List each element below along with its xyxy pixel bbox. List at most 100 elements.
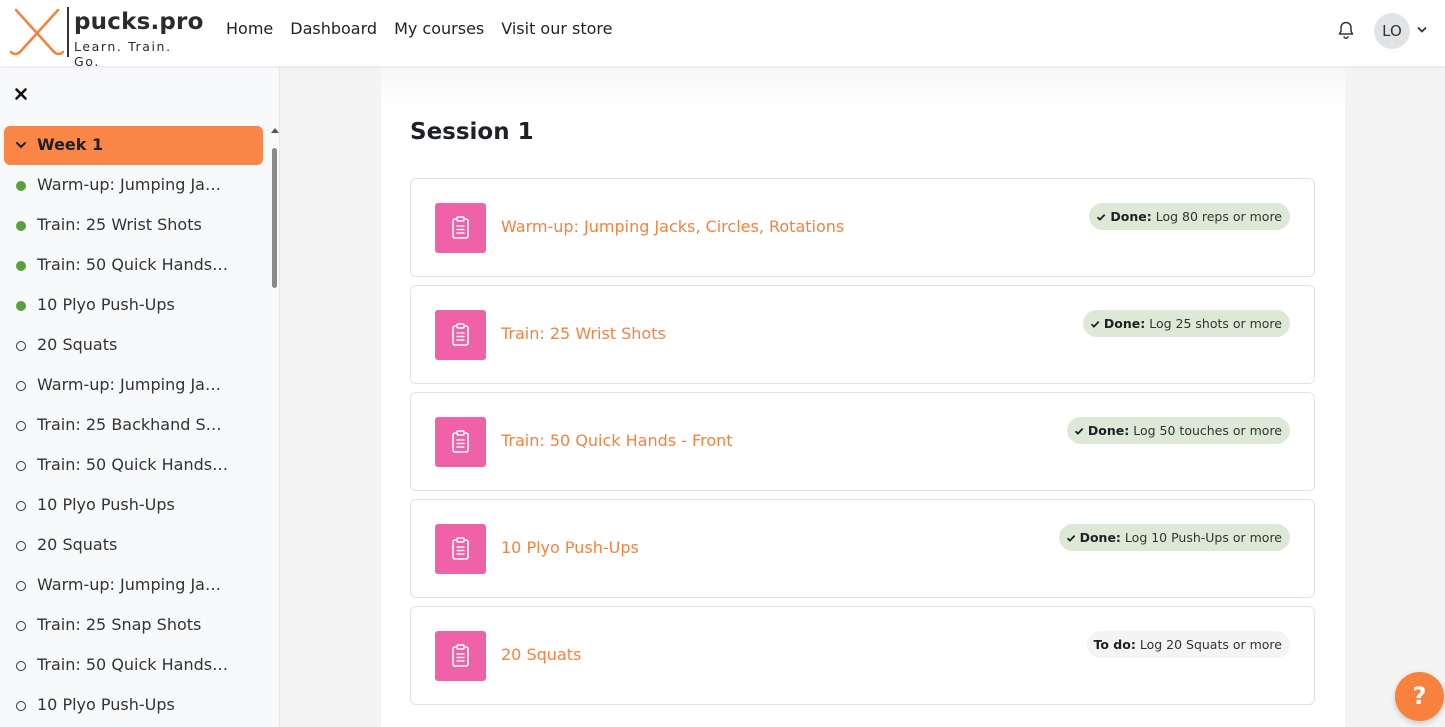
activity-link[interactable]: Warm-up: Jumping Jacks, Circles, Rotatio… <box>501 217 844 236</box>
scroll-up-arrow-icon[interactable] <box>271 128 279 133</box>
status-label: To do: <box>1093 637 1136 652</box>
completion-dot-icon <box>16 221 26 231</box>
logo-divider <box>67 7 69 57</box>
incomplete-circle-icon <box>16 461 26 471</box>
assignment-clipboard-icon <box>435 203 486 253</box>
activity-card: Train: 50 Quick Hands - Front Done: Log … <box>410 392 1315 491</box>
activity-index-list: Warm-up: Jumping Jac... Train: 25 Wrist … <box>0 166 268 726</box>
status-requirement: Log 25 shots or more <box>1149 316 1282 331</box>
sidebar-activity-label: Train: 50 Quick Hands - ... <box>37 455 229 474</box>
course-index-drawer: Week 1 Warm-up: Jumping Jac... Train: 25… <box>0 66 280 727</box>
completion-status-badge: To do: Log 20 Squats or more <box>1086 631 1290 658</box>
notification-bell-icon[interactable] <box>1336 20 1356 40</box>
status-label: Done: <box>1103 316 1146 331</box>
completion-status-badge: Done: Log 80 reps or more <box>1089 203 1290 230</box>
incomplete-circle-icon <box>16 421 26 431</box>
checkmark-icon <box>1097 213 1106 221</box>
sidebar-activity-item[interactable]: 20 Squats <box>0 526 268 566</box>
page-title: Session 1 <box>410 119 534 145</box>
sidebar-activity-item[interactable]: Train: 50 Quick Hands - ... <box>0 446 268 486</box>
status-label: Done: <box>1087 423 1130 438</box>
incomplete-circle-icon <box>16 381 26 391</box>
brand-tagline: Learn. Train. Go. <box>74 39 172 69</box>
sidebar-activity-label: Train: 50 Quick Hands - ... <box>37 255 229 274</box>
activity-card: Warm-up: Jumping Jacks, Circles, Rotatio… <box>410 178 1315 277</box>
sidebar-activity-label: Train: 50 Quick Hands - ... <box>37 655 229 674</box>
activity-link[interactable]: 10 Plyo Push-Ups <box>501 538 639 557</box>
activity-link[interactable]: 20 Squats <box>501 645 581 664</box>
sidebar-activity-item[interactable]: Train: 25 Snap Shots <box>0 606 268 646</box>
completion-dot-icon <box>16 181 26 191</box>
activity-card: Train: 25 Wrist Shots Done: Log 25 shots… <box>410 285 1315 384</box>
sidebar-activity-label: Train: 25 Snap Shots <box>37 615 202 634</box>
sidebar-activity-item[interactable]: 20 Squats <box>0 326 268 366</box>
sidebar-activity-item[interactable]: Warm-up: Jumping Jac... <box>0 166 268 206</box>
completion-dot-icon <box>16 261 26 271</box>
checkmark-icon <box>1066 534 1075 542</box>
sidebar-activity-label: 20 Squats <box>37 335 118 354</box>
incomplete-circle-icon <box>16 621 26 631</box>
sidebar-activity-item[interactable]: Warm-up: Jumping Jac... <box>0 366 268 406</box>
top-navbar: pucks.pro Learn. Train. Go. Home Dashboa… <box>0 0 1445 69</box>
nav-visit-store[interactable]: Visit our store <box>501 19 612 38</box>
close-icon[interactable] <box>13 86 29 102</box>
status-label: Done: <box>1110 209 1152 224</box>
nav-my-courses[interactable]: My courses <box>394 19 484 38</box>
sidebar-activity-label: 10 Plyo Push-Ups <box>37 295 175 314</box>
sidebar-activity-item[interactable]: Train: 25 Backhand Shot... <box>0 406 268 446</box>
status-requirement: Log 20 Squats or more <box>1139 637 1282 652</box>
sidebar-activity-item[interactable]: Train: 50 Quick Hands - ... <box>0 646 268 686</box>
chevron-down-icon[interactable] <box>1416 24 1428 36</box>
sidebar-activity-label: Warm-up: Jumping Jac... <box>37 575 229 594</box>
crossed-sticks-logo-icon <box>10 8 64 56</box>
sidebar-activity-item[interactable]: Warm-up: Jumping Jac... <box>0 566 268 606</box>
scrollbar-thumb[interactable] <box>272 148 277 288</box>
status-requirement: Log 80 reps or more <box>1155 209 1282 224</box>
sidebar-activity-label: Train: 25 Wrist Shots <box>37 215 202 234</box>
assignment-clipboard-icon <box>435 524 486 574</box>
section-label: Week 1 <box>37 135 104 154</box>
checkmark-icon <box>1090 320 1100 328</box>
chevron-down-icon <box>16 142 26 149</box>
sidebar-activity-label: Warm-up: Jumping Jac... <box>37 175 229 194</box>
status-requirement: Log 50 touches or more <box>1133 423 1282 438</box>
completion-status-badge: Done: Log 25 shots or more <box>1082 310 1290 337</box>
nav-home[interactable]: Home <box>226 19 273 38</box>
activity-link[interactable]: Train: 25 Wrist Shots <box>501 324 666 343</box>
incomplete-circle-icon <box>16 661 26 671</box>
activity-card: 20 Squats To do: Log 20 Squats or more <box>410 606 1315 705</box>
site-logo[interactable]: pucks.pro Learn. Train. Go. <box>8 4 203 69</box>
incomplete-circle-icon <box>16 581 26 591</box>
primary-nav: Home Dashboard My courses Visit our stor… <box>226 19 613 38</box>
assignment-clipboard-icon <box>435 631 486 681</box>
sidebar-activity-label: 10 Plyo Push-Ups <box>37 695 175 714</box>
sidebar-activity-item[interactable]: 10 Plyo Push-Ups <box>0 686 268 726</box>
sidebar-activity-item[interactable]: 10 Plyo Push-Ups <box>0 486 268 526</box>
content-top-shade <box>381 66 1345 106</box>
incomplete-circle-icon <box>16 701 26 711</box>
brand-name: pucks.pro <box>74 9 204 35</box>
completion-status-badge: Done: Log 50 touches or more <box>1066 417 1290 444</box>
incomplete-circle-icon <box>16 501 26 511</box>
sidebar-activity-label: 10 Plyo Push-Ups <box>37 495 175 514</box>
status-requirement: Log 10 Push-Ups or more <box>1124 530 1282 545</box>
incomplete-circle-icon <box>16 541 26 551</box>
section-week-1[interactable]: Week 1 <box>4 126 263 165</box>
assignment-clipboard-icon <box>435 417 486 467</box>
sidebar-activity-item[interactable]: 10 Plyo Push-Ups <box>0 286 268 326</box>
activity-card: 10 Plyo Push-Ups Done: Log 10 Push-Ups o… <box>410 499 1315 598</box>
help-button[interactable]: ? <box>1395 672 1444 721</box>
user-avatar[interactable]: LO <box>1374 13 1410 49</box>
sidebar-activity-label: Warm-up: Jumping Jac... <box>37 375 229 394</box>
activity-link[interactable]: Train: 50 Quick Hands - Front <box>501 431 733 450</box>
incomplete-circle-icon <box>16 341 26 351</box>
sidebar-activity-item[interactable]: Train: 50 Quick Hands - ... <box>0 246 268 286</box>
nav-dashboard[interactable]: Dashboard <box>290 19 377 38</box>
checkmark-icon <box>1074 427 1084 435</box>
sidebar-activity-item[interactable]: Train: 25 Wrist Shots <box>0 206 268 246</box>
completion-dot-icon <box>16 301 26 311</box>
assignment-clipboard-icon <box>435 310 486 360</box>
main-content: Session 1 Warm-up: Jumping Jacks, Circle… <box>381 66 1345 727</box>
sidebar-activity-label: Train: 25 Backhand Shot... <box>37 415 229 434</box>
completion-status-badge: Done: Log 10 Push-Ups or more <box>1058 524 1290 551</box>
